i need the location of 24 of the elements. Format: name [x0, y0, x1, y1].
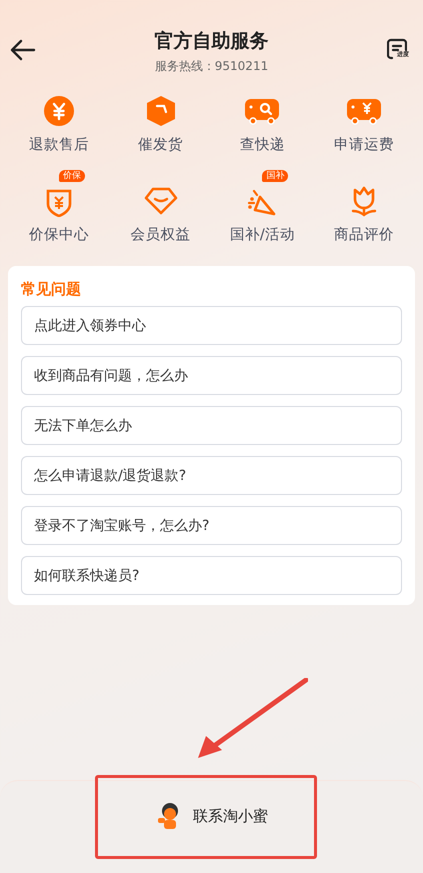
service-label[interactable]: 会员权益	[130, 225, 191, 244]
service-label[interactable]: 查快递	[240, 135, 285, 154]
service-label[interactable]: 商品评价	[334, 225, 394, 244]
icon-badge: 国补	[262, 170, 288, 182]
service-label[interactable]: 申请运费	[334, 135, 394, 154]
hotline-text: 服务热线：9510211	[154, 58, 268, 74]
faq-item[interactable]: 如何联系快递员?	[21, 556, 402, 595]
service-label[interactable]: 国补/活动	[230, 225, 295, 244]
faq-item[interactable]: 登录不了淘宝账号，怎么办?	[21, 506, 402, 545]
back-icon[interactable]	[10, 39, 36, 61]
service-label[interactable]: 退款售后	[28, 135, 89, 154]
contact-button[interactable]: 联系淘小蜜	[149, 800, 274, 832]
gem-icon[interactable]	[144, 186, 178, 216]
faq-item[interactable]: 点此进入领券中心	[21, 306, 402, 345]
faq-item[interactable]: 怎么申请退款/退货退款?	[21, 456, 402, 495]
faq-title: 常见问题	[21, 280, 82, 299]
yen-coin-icon[interactable]	[42, 95, 75, 127]
faq-item[interactable]: 无法下单怎么办	[21, 406, 402, 445]
page-title: 官方自助服务	[154, 28, 268, 54]
service-label[interactable]: 催发货	[138, 135, 184, 154]
icon-badge: 价保	[58, 170, 85, 182]
service-label[interactable]: 价保中心	[28, 225, 89, 244]
box-icon[interactable]	[144, 95, 177, 127]
faq-item[interactable]: 收到商品有问题，怎么办	[21, 356, 402, 395]
